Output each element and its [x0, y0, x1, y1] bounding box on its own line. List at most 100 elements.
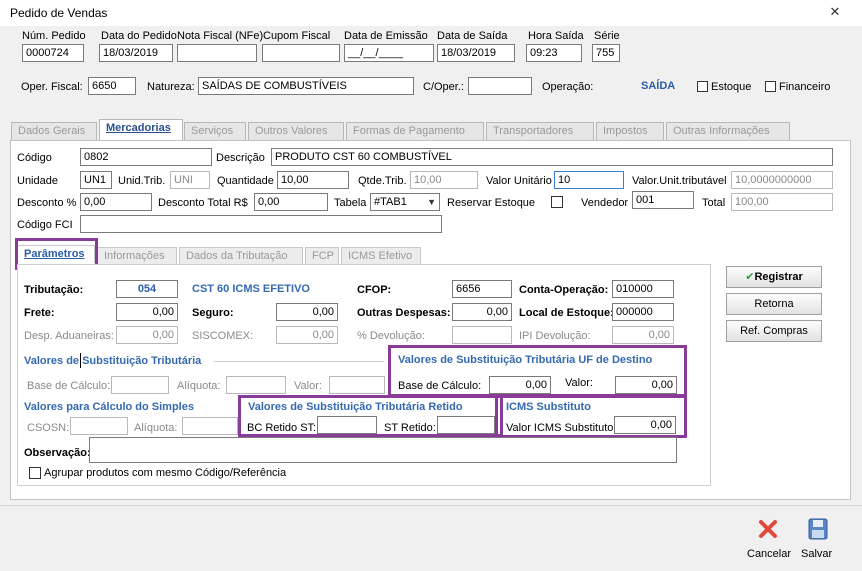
- subtab-fcp[interactable]: FCP: [305, 247, 339, 265]
- codigo-label: Código: [17, 152, 52, 164]
- qtde-trib-field[interactable]: 10,00: [410, 171, 478, 189]
- subtab-informacoes[interactable]: Informações: [97, 247, 177, 265]
- financeiro-label: Financeiro: [779, 81, 831, 93]
- natureza-field[interactable]: SAÍDAS DE COMBUSTÍVEIS: [198, 77, 414, 95]
- window-title: Pedido de Vendas: [10, 6, 108, 20]
- tab-transportadores[interactable]: Transportadores: [486, 122, 594, 140]
- valor-unitario-field[interactable]: 10: [554, 171, 624, 189]
- st-aliquota-field[interactable]: [226, 376, 286, 394]
- descricao-field[interactable]: PRODUTO CST 60 COMBUSTÍVEL: [271, 148, 833, 166]
- agrupar-checkbox[interactable]: [29, 467, 41, 479]
- pct-devolucao-field[interactable]: [452, 326, 512, 344]
- outras-despesas-field[interactable]: 0,00: [452, 303, 512, 321]
- st-aliquota-label: Alíquota:: [177, 380, 221, 392]
- simples-aliquota-field[interactable]: [182, 417, 238, 435]
- conta-operacao-field[interactable]: 010000: [612, 280, 674, 298]
- num-pedido-field[interactable]: 0000724: [22, 44, 84, 62]
- unidade-field[interactable]: UN1: [80, 171, 112, 189]
- financeiro-checkbox[interactable]: [765, 81, 776, 92]
- cfop-label: CFOP:: [357, 284, 392, 296]
- qtde-trib-label: Qtde.Trib.: [358, 175, 407, 187]
- quantidade-field[interactable]: 10,00: [277, 171, 349, 189]
- cancel-x-icon: [759, 520, 777, 538]
- cst-label: CST 60 ICMS EFETIVO: [192, 283, 310, 295]
- data-saida-label: Data de Saída: [437, 30, 508, 42]
- unidade-label: Unidade: [17, 175, 58, 187]
- tab-mercadorias[interactable]: Mercadorias: [99, 119, 183, 140]
- tributacao-label: Tributação:: [24, 284, 84, 296]
- tab-dados-gerais[interactable]: Dados Gerais: [11, 122, 97, 140]
- desconto-pct-field[interactable]: 0,00: [80, 193, 152, 211]
- ipi-devolucao-label: IPI Devolução:: [519, 330, 591, 342]
- agrupar-label: Agrupar produtos com mesmo Código/Referê…: [44, 467, 287, 479]
- save-disk-icon: [808, 518, 828, 540]
- tab-outros-valores[interactable]: Outros Valores: [248, 122, 344, 140]
- csosn-label: CSOSN:: [27, 422, 70, 434]
- nota-fiscal-field[interactable]: [177, 44, 257, 62]
- ipi-devolucao-field[interactable]: 0,00: [612, 326, 674, 344]
- hora-saida-label: Hora Saída: [528, 30, 584, 42]
- natureza-label: Natureza:: [147, 81, 195, 93]
- desconto-total-field[interactable]: 0,00: [254, 193, 328, 211]
- estoque-checkbox[interactable]: [697, 81, 708, 92]
- tabela-select[interactable]: #TAB1 ▼: [370, 193, 440, 211]
- reservar-estoque-checkbox[interactable]: [551, 196, 563, 208]
- codigo-field[interactable]: 0802: [80, 148, 212, 166]
- cancelar-button[interactable]: Cancelar: [746, 516, 791, 562]
- conta-operacao-label: Conta-Operação:: [519, 284, 609, 296]
- vendedor-label: Vendedor: [581, 197, 629, 209]
- simples-section-title: Valores para Cálculo do Simples: [24, 401, 194, 413]
- valor-unit-trib-field[interactable]: 10,0000000000: [731, 171, 833, 189]
- seguro-label: Seguro:: [192, 307, 234, 319]
- ref-compras-button[interactable]: Ref. Compras: [726, 320, 822, 342]
- frete-field[interactable]: 0,00: [116, 303, 178, 321]
- observacao-field[interactable]: [89, 437, 677, 463]
- cupom-fiscal-field[interactable]: [262, 44, 340, 62]
- data-pedido-field[interactable]: 18/03/2019: [99, 44, 173, 62]
- st-base-calculo-label: Base de Cálculo:: [27, 380, 111, 392]
- retorna-button[interactable]: Retorna: [726, 293, 822, 315]
- close-icon[interactable]: ✕: [826, 4, 844, 20]
- subtab-icms-efetivo[interactable]: ICMS Efetivo: [341, 247, 421, 265]
- total-field[interactable]: 100,00: [731, 193, 833, 211]
- frete-label: Frete:: [24, 307, 55, 319]
- tab-formas-pagamento[interactable]: Formas de Pagamento: [346, 122, 484, 140]
- total-label: Total: [702, 197, 726, 209]
- siscomex-label: SISCOMEX:: [192, 330, 254, 342]
- st-base-calculo-field[interactable]: [111, 376, 169, 394]
- simples-aliquota-label: Alíquota:: [134, 422, 178, 434]
- tributacao-field[interactable]: 054: [116, 280, 178, 298]
- chevron-down-icon: ▼: [427, 197, 436, 207]
- st-section-title: Valores de Substituição Tributária: [24, 355, 202, 367]
- cfop-field[interactable]: 6656: [452, 280, 512, 298]
- data-emissao-field[interactable]: __/__/____: [344, 44, 434, 62]
- seguro-field[interactable]: 0,00: [276, 303, 338, 321]
- registrar-label: Registrar: [754, 271, 803, 283]
- st-separator: [214, 361, 384, 362]
- vendedor-field[interactable]: 001: [632, 191, 694, 209]
- tabela-value: #TAB1: [374, 196, 407, 208]
- desp-aduaneiras-field[interactable]: 0,00: [116, 326, 178, 344]
- bottom-bar: [0, 505, 862, 571]
- observacao-label: Observação:: [24, 447, 91, 459]
- unid-trib-field[interactable]: UNI: [170, 171, 210, 189]
- data-saida-field[interactable]: 18/03/2019: [437, 44, 515, 62]
- registrar-button[interactable]: ✔Registrar: [726, 266, 822, 288]
- serie-field[interactable]: 755: [592, 44, 620, 62]
- tab-outras-informacoes[interactable]: Outras Informações: [666, 122, 790, 140]
- data-emissao-label: Data de Emissão: [344, 30, 428, 42]
- st-valor-field[interactable]: [329, 376, 385, 394]
- codigo-fci-field[interactable]: [80, 215, 442, 233]
- oper-fiscal-field[interactable]: 6650: [88, 77, 136, 95]
- hora-saida-field[interactable]: 09:23: [526, 44, 582, 62]
- tab-servicos[interactable]: Serviços: [184, 122, 246, 140]
- c-oper-field[interactable]: [468, 77, 532, 95]
- local-estoque-field[interactable]: 000000: [612, 303, 674, 321]
- siscomex-field[interactable]: 0,00: [276, 326, 338, 344]
- subtab-dados-tributacao[interactable]: Dados da Tributação: [179, 247, 303, 265]
- tab-impostos[interactable]: Impostos: [596, 122, 664, 140]
- csosn-field[interactable]: [70, 417, 128, 435]
- salvar-button[interactable]: Salvar: [800, 516, 840, 562]
- estoque-label: Estoque: [711, 81, 752, 93]
- tabela-label: Tabela: [334, 197, 367, 209]
